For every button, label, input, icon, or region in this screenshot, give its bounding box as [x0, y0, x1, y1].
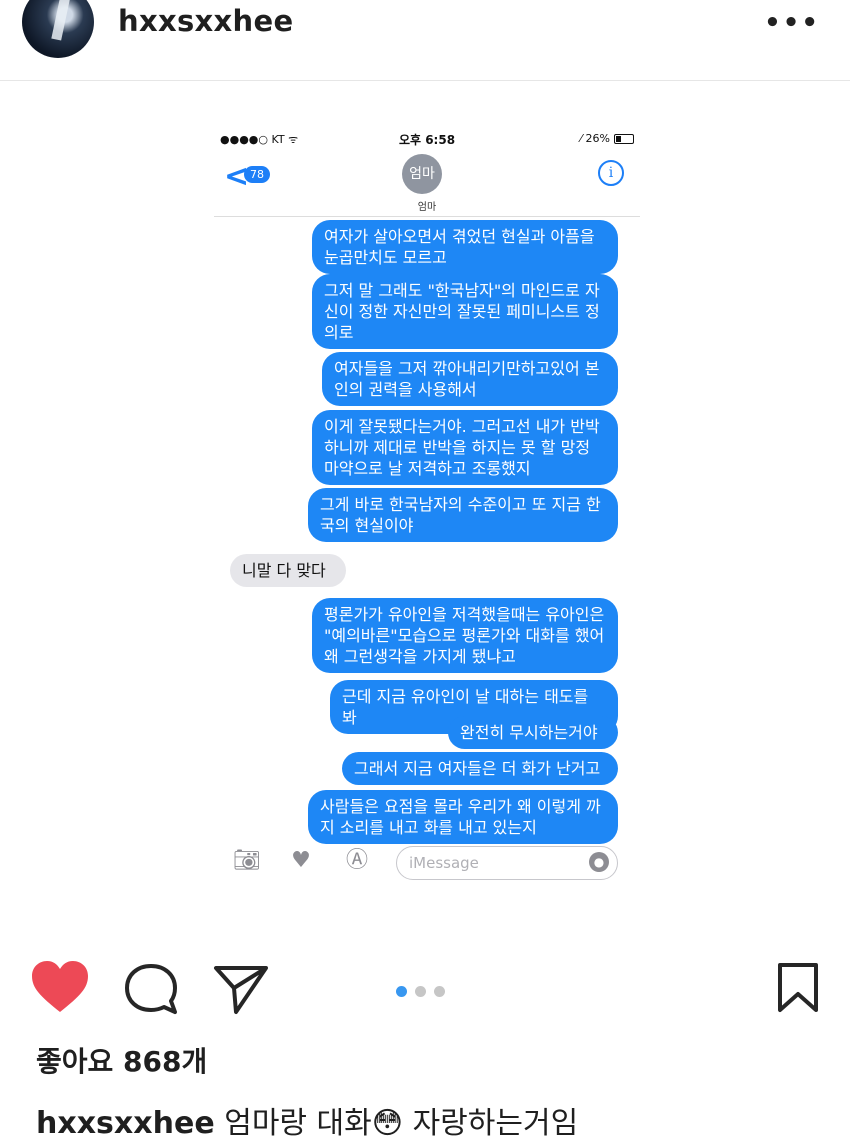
- unread-count-badge: 78: [244, 166, 270, 183]
- imessage-input: iMessage ●: [396, 846, 618, 880]
- app-store-icon: Ⓐ: [345, 848, 368, 873]
- post-image-imessage-screenshot: ●●●●○ KT ᯤ 오후 6:58 ⁄ 26% < 78 엄마 엄마 i 여자…: [214, 126, 640, 886]
- message-bubble-outgoing: 이게 잘못됐다는거야. 그러고선 내가 반박하니까 제대로 반박을 하지는 못 …: [312, 410, 618, 485]
- status-time: 오후 6:58: [398, 133, 456, 147]
- message-bubble-outgoing: 완전히 무시하는거야: [448, 716, 618, 749]
- message-bubble-outgoing: 여자들을 그저 깎아내리기만하고있어 본인의 권력을 사용해서: [322, 352, 618, 406]
- message-bubble-outgoing: 그저 말 그래도 "한국남자"의 마인드로 자신이 정한 자신만의 잘못된 페미…: [312, 274, 618, 349]
- battery-percent: ⁄ 26%: [580, 132, 610, 145]
- pager-dot: [415, 986, 426, 997]
- like-heart-icon[interactable]: [30, 960, 90, 1014]
- post-header: hxxsxxhee •••: [0, 0, 850, 81]
- message-composer: 📷︎ ♥ Ⓐ iMessage ●: [214, 838, 640, 886]
- more-options-icon[interactable]: •••: [764, 8, 820, 38]
- contact-avatar: 엄마: [402, 154, 442, 194]
- post-caption: hxxsxxhee 엄마랑 대화😳 자랑하는거임: [36, 1098, 578, 1142]
- message-bubble-outgoing: 평론가가 유아인을 저격했을때는 유아인은 "예의바른"모습으로 평론가와 대화…: [312, 598, 618, 673]
- message-bubble-outgoing: 여자가 살아오면서 겪었던 현실과 아픔을 눈곱만치도 모르고: [312, 220, 618, 274]
- post-action-bar: [0, 950, 850, 1020]
- share-send-icon[interactable]: [212, 962, 270, 1016]
- carousel-pager: [396, 982, 453, 1001]
- comment-icon[interactable]: [122, 962, 180, 1016]
- like-count[interactable]: 좋아요 868개: [36, 1040, 207, 1080]
- digital-touch-heart-icon: ♥: [291, 848, 311, 873]
- pager-dot: [434, 986, 445, 997]
- conversation-navbar: < 78 엄마 엄마 i: [214, 150, 640, 217]
- caption-username[interactable]: hxxsxxhee: [36, 1106, 215, 1141]
- caption-text: 엄마랑 대화😳 자랑하는거임: [224, 1106, 579, 1141]
- save-bookmark-icon[interactable]: [776, 962, 820, 1014]
- message-bubble-outgoing: 사람들은 요점을 몰라 우리가 왜 이렇게 까지 소리를 내고 화를 내고 있는…: [308, 790, 618, 844]
- camera-icon: 📷︎: [233, 848, 261, 873]
- status-bar: ●●●●○ KT ᯤ 오후 6:58 ⁄ 26%: [214, 126, 640, 150]
- imessage-placeholder: iMessage: [409, 854, 479, 872]
- post-username[interactable]: hxxsxxhee: [118, 4, 293, 38]
- microphone-icon: ●: [589, 852, 609, 872]
- message-bubble-incoming: 니말 다 맞다: [230, 554, 346, 587]
- pager-dot-active: [396, 986, 407, 997]
- message-bubble-outgoing: 그래서 지금 여자들은 더 화가 난거고: [342, 752, 618, 785]
- profile-avatar[interactable]: [22, 0, 94, 58]
- message-bubble-outgoing: 그게 바로 한국남자의 수준이고 또 지금 한국의 현실이야: [308, 488, 618, 542]
- info-icon: i: [598, 160, 624, 186]
- battery-icon: [614, 134, 634, 144]
- contact-name: 엄마: [417, 202, 437, 213]
